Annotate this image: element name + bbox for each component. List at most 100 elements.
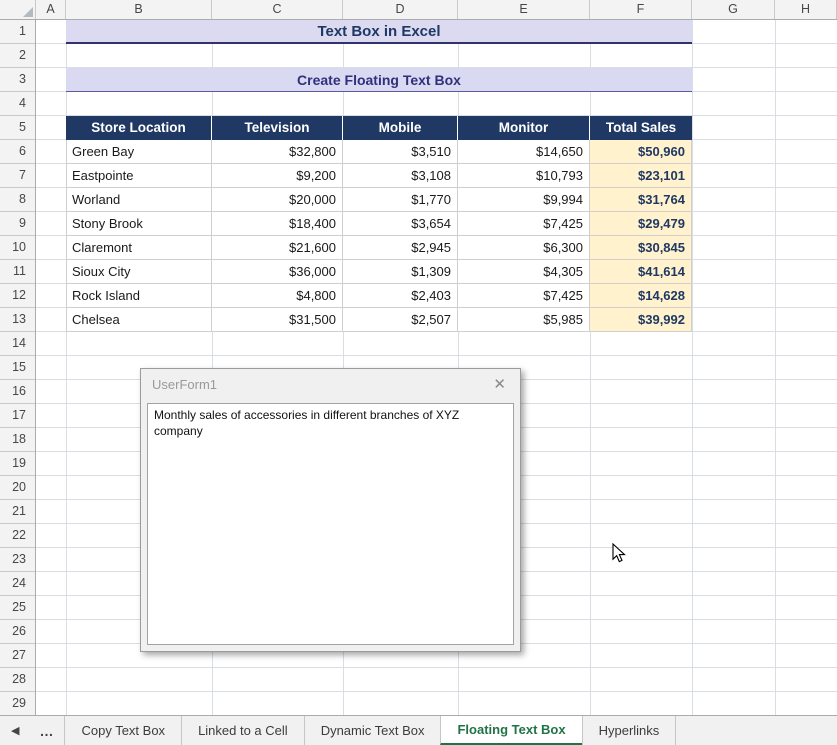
row-header-21[interactable]: 21 xyxy=(0,500,35,524)
gridline xyxy=(775,20,776,715)
table-header-cell[interactable]: Television xyxy=(212,116,343,140)
table-cell[interactable]: $7,425 xyxy=(458,284,590,308)
select-all-corner[interactable] xyxy=(0,0,36,19)
gridline xyxy=(692,20,693,715)
table-cell[interactable]: $9,994 xyxy=(458,188,590,212)
row-header-20[interactable]: 20 xyxy=(0,476,35,500)
table-header-cell[interactable]: Total Sales xyxy=(590,116,692,140)
subtitle-banner-cell[interactable]: Create Floating Text Box xyxy=(66,68,692,92)
table-cell[interactable]: Rock Island xyxy=(66,284,212,308)
sales-table-header-row: Store Location Television Mobile Monitor Tot… xyxy=(66,116,692,140)
sheet-tab-hyperlinks[interactable]: Hyperlinks xyxy=(581,716,677,745)
row-header-9[interactable]: 9 xyxy=(0,212,35,236)
row-header-3[interactable]: 3 xyxy=(0,68,35,92)
column-header-E[interactable]: E xyxy=(458,0,590,19)
table-cell[interactable]: $23,101 xyxy=(590,164,692,188)
userform-titlebar[interactable]: UserForm1 ✕ xyxy=(141,369,520,399)
table-cell[interactable]: $32,800 xyxy=(212,140,343,164)
table-header-cell[interactable]: Mobile xyxy=(343,116,458,140)
table-cell[interactable]: $9,200 xyxy=(212,164,343,188)
table-cell[interactable]: $3,510 xyxy=(343,140,458,164)
table-cell[interactable]: $2,507 xyxy=(343,308,458,332)
table-cell[interactable]: Eastpointe xyxy=(66,164,212,188)
table-cell[interactable]: $14,650 xyxy=(458,140,590,164)
table-cell[interactable]: $39,992 xyxy=(590,308,692,332)
row-header-27[interactable]: 27 xyxy=(0,644,35,668)
userform-window[interactable]: UserForm1 ✕ Monthly sales of accessories… xyxy=(140,368,521,652)
more-sheets-button[interactable]: … xyxy=(28,716,64,745)
row-header-4[interactable]: 4 xyxy=(0,92,35,116)
sheet-tab-dynamic-text-box[interactable]: Dynamic Text Box xyxy=(303,716,441,745)
row-header-11[interactable]: 11 xyxy=(0,260,35,284)
table-cell[interactable]: $4,800 xyxy=(212,284,343,308)
prev-sheet-button[interactable]: ◀ xyxy=(0,716,28,745)
row-header-13[interactable]: 13 xyxy=(0,308,35,332)
table-cell[interactable]: Sioux City xyxy=(66,260,212,284)
row-header-26[interactable]: 26 xyxy=(0,620,35,644)
row-header-5[interactable]: 5 xyxy=(0,116,35,140)
row-header-17[interactable]: 17 xyxy=(0,404,35,428)
table-header-cell[interactable]: Store Location xyxy=(66,116,212,140)
row-header-15[interactable]: 15 xyxy=(0,356,35,380)
table-cell[interactable]: $29,479 xyxy=(590,212,692,236)
row-header-10[interactable]: 10 xyxy=(0,236,35,260)
table-cell[interactable]: $6,300 xyxy=(458,236,590,260)
row-header-24[interactable]: 24 xyxy=(0,572,35,596)
table-cell[interactable]: $1,770 xyxy=(343,188,458,212)
table-cell[interactable]: $50,960 xyxy=(590,140,692,164)
table-cell[interactable]: $14,628 xyxy=(590,284,692,308)
table-cell[interactable]: $20,000 xyxy=(212,188,343,212)
table-cell[interactable]: Claremont xyxy=(66,236,212,260)
row-header-18[interactable]: 18 xyxy=(0,428,35,452)
userform-textbox[interactable]: Monthly sales of accessories in differen… xyxy=(147,403,514,645)
table-cell[interactable]: $36,000 xyxy=(212,260,343,284)
row-header-2[interactable]: 2 xyxy=(0,44,35,68)
row-header-25[interactable]: 25 xyxy=(0,596,35,620)
sheet-tab-copy-text-box[interactable]: Copy Text Box xyxy=(64,716,181,745)
column-header-G[interactable]: G xyxy=(692,0,775,19)
table-cell[interactable]: $30,845 xyxy=(590,236,692,260)
table-cell[interactable]: $21,600 xyxy=(212,236,343,260)
title-banner-cell[interactable]: Text Box in Excel xyxy=(66,20,692,44)
sheet-tab-linked-to-a-cell[interactable]: Linked to a Cell xyxy=(181,716,304,745)
column-header-D[interactable]: D xyxy=(343,0,458,19)
table-cell[interactable]: $2,945 xyxy=(343,236,458,260)
column-header-H[interactable]: H xyxy=(775,0,837,19)
column-header-C[interactable]: C xyxy=(212,0,343,19)
column-header-B[interactable]: B xyxy=(66,0,212,19)
table-cell[interactable]: $41,614 xyxy=(590,260,692,284)
table-cell[interactable]: $31,500 xyxy=(212,308,343,332)
table-cell[interactable]: $5,985 xyxy=(458,308,590,332)
table-cell[interactable]: $3,654 xyxy=(343,212,458,236)
table-cell[interactable]: Chelsea xyxy=(66,308,212,332)
table-header-cell[interactable]: Monitor xyxy=(458,116,590,140)
table-cell[interactable]: $1,309 xyxy=(343,260,458,284)
column-header-F[interactable]: F xyxy=(590,0,692,19)
table-cell[interactable]: Stony Brook xyxy=(66,212,212,236)
row-header-29[interactable]: 29 xyxy=(0,692,35,715)
row-header-23[interactable]: 23 xyxy=(0,548,35,572)
table-cell[interactable]: $4,305 xyxy=(458,260,590,284)
table-row: Worland $20,000 $1,770 $9,994 $31,764 xyxy=(66,188,692,212)
column-header-A[interactable]: A xyxy=(36,0,66,19)
table-cell[interactable]: Worland xyxy=(66,188,212,212)
row-header-28[interactable]: 28 xyxy=(0,668,35,692)
row-header-19[interactable]: 19 xyxy=(0,452,35,476)
row-header-7[interactable]: 7 xyxy=(0,164,35,188)
row-header-1[interactable]: 1 xyxy=(0,20,35,44)
close-icon[interactable]: ✕ xyxy=(490,377,509,392)
table-cell[interactable]: $31,764 xyxy=(590,188,692,212)
sheet-tab-floating-text-box[interactable]: Floating Text Box xyxy=(440,716,582,745)
table-cell[interactable]: $7,425 xyxy=(458,212,590,236)
table-cell[interactable]: $2,403 xyxy=(343,284,458,308)
row-header-14[interactable]: 14 xyxy=(0,332,35,356)
table-cell[interactable]: Green Bay xyxy=(66,140,212,164)
table-cell[interactable]: $10,793 xyxy=(458,164,590,188)
row-header-6[interactable]: 6 xyxy=(0,140,35,164)
table-cell[interactable]: $18,400 xyxy=(212,212,343,236)
row-header-16[interactable]: 16 xyxy=(0,380,35,404)
table-cell[interactable]: $3,108 xyxy=(343,164,458,188)
row-header-8[interactable]: 8 xyxy=(0,188,35,212)
row-header-22[interactable]: 22 xyxy=(0,524,35,548)
row-header-12[interactable]: 12 xyxy=(0,284,35,308)
